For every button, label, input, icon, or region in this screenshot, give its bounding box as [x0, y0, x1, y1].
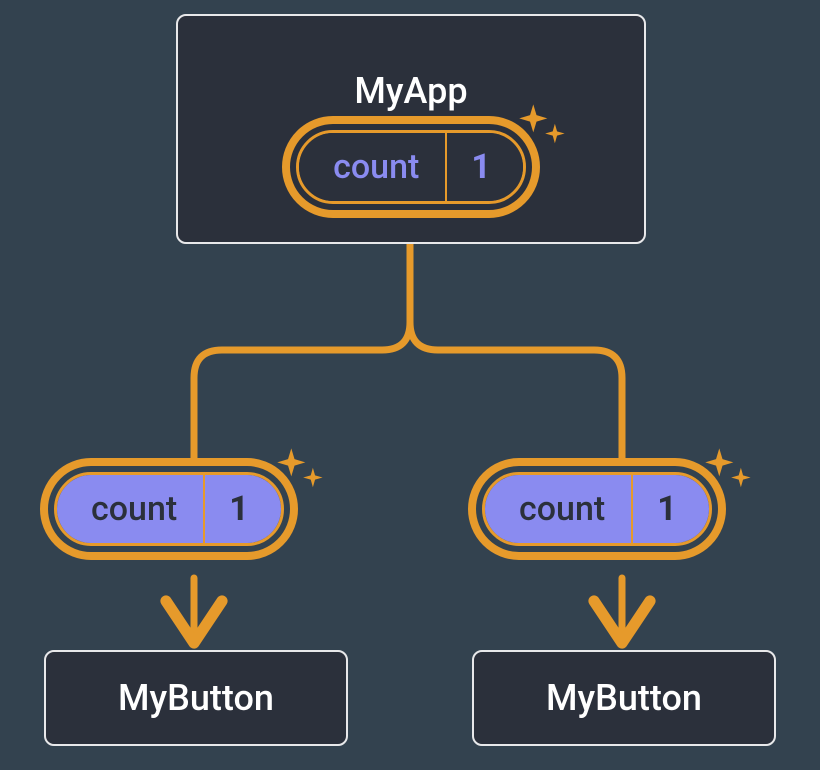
sparkle-icon	[702, 444, 756, 498]
prop-label: count	[57, 475, 205, 543]
sparkle-icon	[516, 100, 570, 154]
right-prop-pill: count 1	[482, 472, 712, 546]
sparkle-icon	[274, 444, 328, 498]
right-child-component-card: MyButton	[472, 650, 776, 746]
prop-value: 1	[633, 475, 709, 543]
parent-state-pill: count 1	[296, 130, 526, 204]
state-label: count	[299, 133, 447, 201]
left-child-component-title: MyButton	[118, 677, 274, 719]
left-child-component-card: MyButton	[44, 650, 348, 746]
right-child-component-title: MyButton	[546, 677, 702, 719]
parent-component-card: MyApp count 1	[176, 14, 646, 244]
state-value: 1	[447, 133, 523, 201]
prop-label: count	[485, 475, 633, 543]
left-prop-pill: count 1	[54, 472, 284, 546]
parent-component-title: MyApp	[354, 70, 467, 112]
prop-value: 1	[205, 475, 281, 543]
